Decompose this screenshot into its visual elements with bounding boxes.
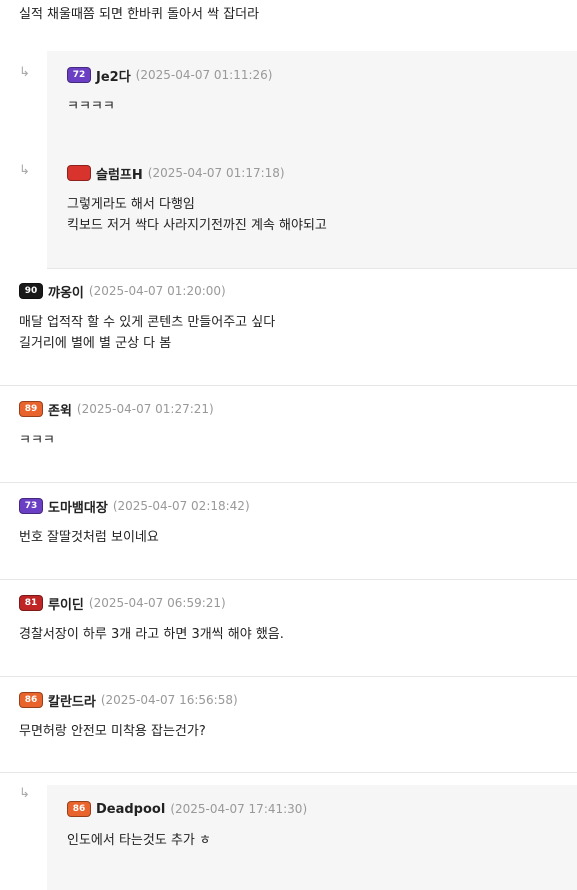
comment-body: 번호 잘딸것처럼 보이네요 [19, 515, 558, 548]
comment-line: 인도에서 타는것도 추가 ㅎ [67, 833, 211, 848]
author-nickname[interactable]: Je2다 [96, 66, 131, 85]
comment-body: 무면허랑 안전모 미착용 잡는건가? [19, 709, 558, 742]
level-badge-icon: 89 [19, 401, 43, 417]
comment-line: 킥보드 저거 싹다 사라지기전까진 계속 해야되고 [67, 218, 327, 233]
comment-body: 매달 업적작 할 수 있게 콘텐츠 만들어주고 싶다 길거리에 별에 별 군상 … [19, 300, 558, 354]
comment-timestamp: (2025-04-07 01:17:18) [147, 166, 285, 180]
comment: 73 도마뱀대장 (2025-04-07 02:18:42) 번호 잘딸것처럼 … [0, 483, 577, 580]
level-badge-icon: 90 [19, 283, 43, 299]
comment: 86 칼란드라 (2025-04-07 16:56:58) 무면허랑 안전모 미… [0, 677, 577, 773]
comment: 81 루이딘 (2025-04-07 06:59:21) 경찰서장이 하루 3개… [0, 580, 577, 677]
level-badge-icon: 73 [19, 498, 43, 514]
reply-comment: ↳ 슬럼프H (2025-04-07 01:17:18) 그렇게라도 해서 다행… [0, 149, 577, 269]
comment-line: 그렇게라도 해서 다행임 [67, 197, 195, 212]
comment-header: 73 도마뱀대장 (2025-04-07 02:18:42) [19, 497, 558, 516]
comment-header: 86 Deadpool (2025-04-07 17:41:30) [67, 800, 557, 818]
comment-timestamp: (2025-04-07 16:56:58) [100, 693, 238, 707]
author-nickname[interactable]: Deadpool [96, 802, 165, 817]
comment-timestamp: (2025-04-07 01:20:00) [88, 284, 226, 298]
reply-arrow-icon: ↳ [19, 786, 30, 801]
author-nickname[interactable]: 루이딘 [48, 594, 84, 613]
comment-header: 72 Je2다 (2025-04-07 01:11:26) [67, 66, 557, 85]
level-badge-icon: 72 [67, 67, 91, 83]
comment-header: 81 루이딘 (2025-04-07 06:59:21) [19, 594, 558, 613]
comment-timestamp: (2025-04-07 01:27:21) [76, 402, 214, 416]
author-nickname[interactable]: 슬럼프H [96, 164, 143, 183]
level-badge-icon [67, 165, 91, 181]
comment-body: ㅋㅋㅋㅋ [67, 84, 557, 117]
comment-line: 번호 잘딸것처럼 보이네요 [19, 530, 159, 545]
author-nickname[interactable]: 꺄옹이 [48, 282, 84, 301]
comment-body: 그렇게라도 해서 다행임 킥보드 저거 싹다 사라지기전까진 계속 해야되고 [67, 182, 557, 236]
reply-arrow-icon: ↳ [19, 163, 30, 178]
comment-header: 86 칼란드라 (2025-04-07 16:56:58) [19, 691, 558, 710]
author-nickname[interactable]: 칼란드라 [48, 691, 96, 710]
author-nickname[interactable]: 존윅 [48, 400, 72, 419]
comment-line: 경찰서장이 하루 3개 라고 하면 3개씩 해야 했음. [19, 627, 284, 642]
comment-line: 매달 업적작 할 수 있게 콘텐츠 만들어주고 싶다 [19, 315, 276, 330]
comment-timestamp: (2025-04-07 02:18:42) [112, 499, 250, 513]
level-badge-icon: 81 [19, 595, 43, 611]
level-badge-icon: 86 [67, 801, 91, 817]
comment-header: 89 존윅 (2025-04-07 01:27:21) [19, 400, 558, 419]
comment-header: 슬럼프H (2025-04-07 01:17:18) [67, 164, 557, 183]
author-nickname[interactable]: 도마뱀대장 [48, 497, 108, 516]
comment-timestamp: (2025-04-07 17:41:30) [170, 802, 308, 816]
comment-body: 경찰서장이 하루 3개 라고 하면 3개씩 해야 했음. [19, 612, 558, 645]
comment-line: ㅋㅋㅋㅋ [67, 99, 115, 114]
reply-arrow-icon: ↳ [19, 65, 30, 80]
comment-text-top: 실적 채울때쯤 되면 한바퀴 돌아서 싹 잡더라 [19, 7, 260, 22]
comment: 89 존윅 (2025-04-07 01:27:21) ㅋㅋㅋ [0, 386, 577, 483]
comment-timestamp: (2025-04-07 01:11:26) [135, 68, 273, 82]
comment-line: 무면허랑 안전모 미착용 잡는건가? [19, 724, 206, 739]
reply-comment: ↳ 86 Deadpool (2025-04-07 17:41:30) 인도에서… [0, 773, 577, 890]
comment-body: 인도에서 타는것도 추가 ㅎ [67, 818, 557, 851]
comment-timestamp: (2025-04-07 06:59:21) [88, 596, 226, 610]
level-badge-icon: 86 [19, 692, 43, 708]
comment: 90 꺄옹이 (2025-04-07 01:20:00) 매달 업적작 할 수 … [0, 268, 577, 386]
comment-header: 90 꺄옹이 (2025-04-07 01:20:00) [19, 282, 558, 301]
comment-body: ㅋㅋㅋ [19, 418, 558, 451]
reply-comment: ↳ 72 Je2다 (2025-04-07 01:11:26) ㅋㅋㅋㅋ [0, 51, 577, 150]
comment-line: 길거리에 별에 별 군상 다 봄 [19, 336, 172, 351]
comment-line: ㅋㅋㅋ [19, 433, 55, 448]
